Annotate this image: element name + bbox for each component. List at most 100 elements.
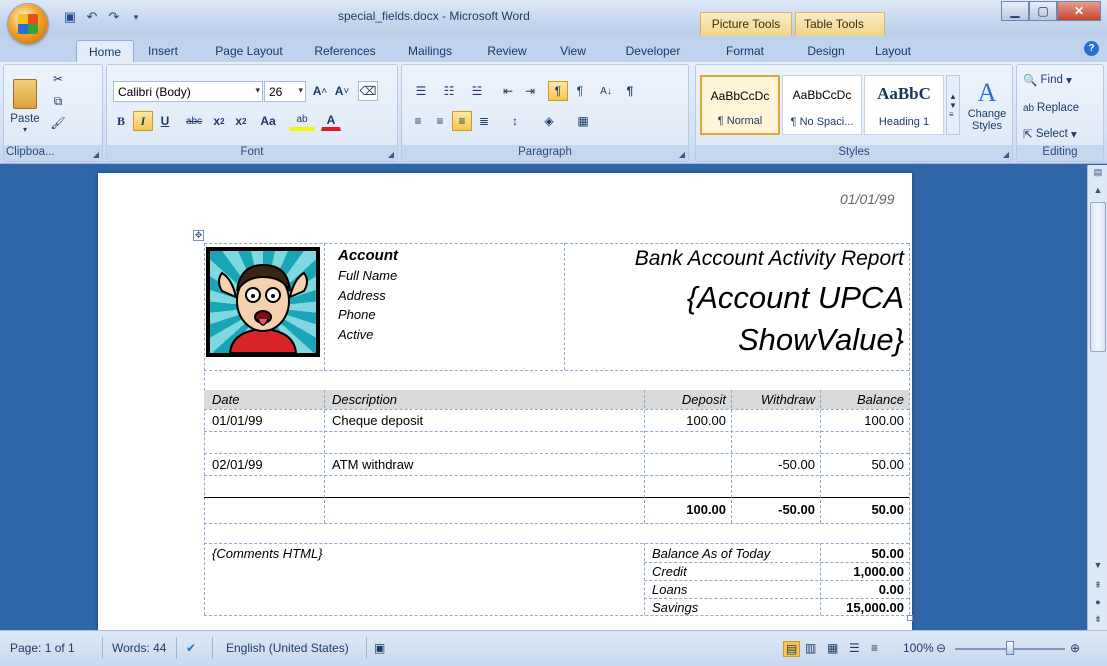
justify-icon[interactable]: ≣ [474, 111, 494, 131]
ltr-icon[interactable]: ¶ [548, 81, 568, 101]
decrease-indent-icon[interactable]: ⇤ [498, 81, 518, 101]
multilevel-list-icon[interactable]: ☱ [464, 81, 490, 101]
font-color-icon[interactable]: A [321, 111, 341, 131]
outline-view-icon[interactable]: ☰ [849, 641, 860, 655]
line-spacing-icon[interactable]: ↕ [502, 111, 528, 131]
tab-references[interactable]: References [305, 40, 385, 62]
table-resize-handle[interactable] [907, 615, 913, 621]
header-date: 01/01/99 [840, 191, 895, 207]
font-launcher-icon[interactable]: ◢ [388, 150, 394, 159]
document-page[interactable]: 01/01/99 ✥ Account Full Name Address Pho… [98, 173, 913, 630]
borders-icon[interactable]: ▦ [570, 111, 596, 131]
cut-icon[interactable]: ✂ [48, 69, 68, 89]
increase-indent-icon[interactable]: ⇥ [520, 81, 540, 101]
superscript-icon[interactable]: x2 [231, 111, 251, 131]
redo-icon[interactable]: ↷ [106, 9, 122, 25]
help-icon[interactable]: ? [1084, 41, 1099, 56]
tab-mailings[interactable]: Mailings [400, 40, 460, 62]
change-styles-icon: A [977, 78, 997, 107]
word-count[interactable]: Words: 44 [112, 641, 166, 655]
align-right-icon[interactable]: ≡ [452, 111, 472, 131]
tab-page-layout[interactable]: Page Layout [205, 40, 293, 62]
clipboard-launcher-icon[interactable]: ◢ [93, 150, 99, 159]
copy-icon[interactable]: ⧉ [48, 91, 68, 111]
table-move-handle-icon[interactable]: ✥ [193, 230, 204, 241]
office-button[interactable] [8, 4, 48, 44]
minimize-button[interactable]: ▁ [1001, 1, 1029, 21]
zoom-in-icon[interactable]: ⊕ [1070, 641, 1080, 655]
styles-launcher-icon[interactable]: ◢ [1003, 150, 1009, 159]
col-header-description: Description [332, 392, 398, 407]
show-formatting-icon[interactable]: ¶ [620, 81, 640, 101]
underline-icon[interactable]: U [155, 111, 175, 131]
format-painter-icon[interactable]: 🖌 [48, 113, 68, 133]
tab-insert[interactable]: Insert [138, 40, 188, 62]
vertical-scrollbar[interactable]: ▤ ▲ ▼ ⇞ ● ⇟ [1087, 165, 1107, 630]
page-count[interactable]: Page: 1 of 1 [10, 641, 75, 655]
italic-icon[interactable]: I [133, 111, 153, 131]
web-layout-view-icon[interactable]: ▦ [827, 641, 838, 655]
zoom-out-icon[interactable]: ⊖ [936, 641, 946, 655]
draft-view-icon[interactable]: ≡ [871, 641, 878, 655]
tab-home[interactable]: Home [76, 40, 134, 62]
grow-font-icon[interactable]: A ˄ [310, 81, 330, 101]
numbering-icon[interactable]: ☷ [436, 81, 462, 101]
sort-icon[interactable]: A↓ [596, 81, 616, 101]
bold-icon[interactable]: B [111, 111, 131, 131]
tab-view[interactable]: View [553, 40, 593, 62]
close-button[interactable]: ✕ [1057, 1, 1101, 21]
shrink-font-icon[interactable]: A ˅ [332, 81, 352, 101]
scroll-up-icon[interactable]: ▲ [1090, 185, 1106, 199]
font-family-combo[interactable]: Calibri (Body) ▾ [113, 81, 263, 102]
zoom-level[interactable]: 100% [903, 641, 934, 655]
tab-design[interactable]: Design [798, 40, 854, 62]
find-button[interactable]: 🔍 Find ▾ [1023, 71, 1072, 89]
clear-formatting-icon[interactable]: ⌫ [358, 81, 378, 101]
summary-label-credit: Credit [652, 564, 687, 579]
paragraph-launcher-icon[interactable]: ◢ [679, 150, 685, 159]
scroll-thumb[interactable] [1090, 202, 1106, 352]
select-button[interactable]: ⇱ Select ▾ [1023, 125, 1077, 143]
total-balance: 50.00 [871, 502, 904, 517]
avatar[interactable] [206, 247, 320, 357]
highlight-icon[interactable]: ab [289, 111, 315, 131]
grid-line [204, 615, 909, 616]
styles-scroll[interactable]: ▲ ▼ ≡ [946, 75, 960, 135]
tab-developer[interactable]: Developer [613, 40, 693, 62]
tab-review[interactable]: Review [482, 40, 532, 62]
align-center-icon[interactable]: ≡ [430, 111, 450, 131]
customize-qat-icon[interactable]: ▾ [128, 9, 144, 25]
previous-page-icon[interactable]: ⇞ [1090, 580, 1106, 594]
next-page-icon[interactable]: ⇟ [1090, 614, 1106, 628]
style-no-spacing-name: ¶ No Spaci... [790, 116, 854, 128]
ruler-toggle-icon[interactable]: ▤ [1090, 167, 1106, 181]
proofing-icon[interactable]: ✔ [186, 641, 196, 655]
style-heading-1[interactable]: AaBbC Heading 1 [864, 75, 944, 135]
tab-layout[interactable]: Layout [865, 40, 921, 62]
undo-icon[interactable]: ↶ [84, 9, 100, 25]
change-case-icon[interactable]: Aa [255, 111, 281, 131]
select-browse-object-icon[interactable]: ● [1090, 597, 1106, 611]
print-layout-view-icon[interactable]: ▤ [783, 641, 801, 657]
align-left-icon[interactable]: ≡ [408, 111, 428, 131]
full-screen-reading-view-icon[interactable]: ▥ [805, 641, 816, 655]
maximize-button[interactable]: ▢ [1029, 1, 1057, 21]
bullets-icon[interactable]: ☰ [408, 81, 434, 101]
font-size-combo[interactable]: 26 ▾ [264, 81, 306, 102]
language[interactable]: English (United States) [226, 641, 349, 655]
total-withdraw: -50.00 [778, 502, 815, 517]
save-icon[interactable]: ▣ [62, 9, 78, 25]
scroll-down-icon[interactable]: ▼ [1090, 560, 1106, 574]
rtl-icon[interactable]: ¶ [570, 81, 590, 101]
style-no-spacing[interactable]: AaBbCcDc ¶ No Spaci... [782, 75, 862, 135]
paste-button[interactable]: Paste ▾ [6, 71, 44, 141]
style-normal[interactable]: AaBbCcDc ¶ Normal [700, 75, 780, 135]
zoom-slider-thumb[interactable] [1006, 641, 1014, 655]
change-styles-button[interactable]: A Change Styles [964, 69, 1010, 141]
strikethrough-icon[interactable]: abc [181, 111, 207, 131]
shading-icon[interactable]: ◈ [536, 111, 562, 131]
replace-button[interactable]: ab Replace [1023, 99, 1079, 117]
tab-format[interactable]: Format [712, 40, 778, 62]
macro-recording-icon[interactable]: ▣ [374, 641, 385, 655]
subscript-icon[interactable]: x2 [209, 111, 229, 131]
